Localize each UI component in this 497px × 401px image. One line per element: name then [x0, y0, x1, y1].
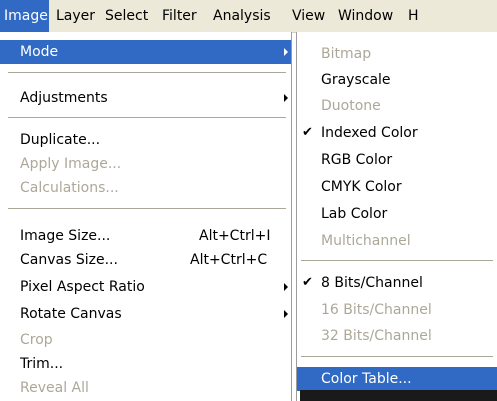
submenu-item-label: Indexed Color [321, 125, 418, 141]
menu-item-apply-image[interactable]: Apply Image... [0, 152, 291, 176]
submenu-item-lab-color[interactable]: Lab Color [297, 202, 497, 226]
submenu-item-rgb-color[interactable]: RGB Color [297, 148, 497, 172]
submenu-item-16-bits[interactable]: 16 Bits/Channel [297, 298, 497, 322]
document-canvas-edge [300, 390, 497, 401]
menu-image[interactable]: Image [0, 0, 49, 32]
menu-separator [301, 260, 493, 262]
submenu-arrow-icon [284, 48, 288, 56]
menu-item-canvas-size[interactable]: Canvas Size... Alt+Ctrl+C [0, 248, 291, 272]
menu-item-label: Canvas Size... [20, 252, 118, 268]
checkmark-icon: ✔ [302, 275, 313, 290]
menu-window[interactable]: Window [338, 0, 393, 32]
submenu-arrow-icon [284, 94, 288, 102]
checkmark-icon: ✔ [302, 125, 313, 140]
menu-item-adjustments[interactable]: Adjustments [0, 86, 291, 110]
menu-item-label: Duplicate... [20, 132, 101, 148]
menu-item-label: Reveal All [20, 380, 89, 396]
submenu-item-label: Duotone [321, 98, 381, 114]
menu-item-label: Image Size... [20, 228, 111, 244]
submenu-item-label: Bitmap [321, 46, 372, 62]
image-menu: Mode Adjustments Duplicate... Apply Imag… [0, 32, 292, 401]
menu-separator [8, 208, 286, 210]
submenu-arrow-icon [284, 283, 288, 291]
menu-view[interactable]: View [292, 0, 325, 32]
menu-item-calculations[interactable]: Calculations... [0, 176, 291, 200]
menu-item-mode[interactable]: Mode [0, 40, 291, 64]
submenu-item-label: Multichannel [321, 233, 411, 249]
submenu-item-label: CMYK Color [321, 179, 402, 195]
menu-item-rotate-canvas[interactable]: Rotate Canvas [0, 302, 291, 326]
submenu-item-duotone[interactable]: Duotone [297, 94, 497, 118]
menu-separator [8, 72, 286, 74]
submenu-item-grayscale[interactable]: Grayscale [297, 68, 497, 92]
submenu-item-label: Grayscale [321, 72, 391, 88]
menu-item-label: Mode [20, 44, 59, 60]
menu-select[interactable]: Select [105, 0, 148, 32]
menu-separator [8, 117, 286, 119]
menu-item-label: Calculations... [20, 180, 119, 196]
menu-item-label: Apply Image... [20, 156, 122, 172]
submenu-item-label: Color Table... [321, 371, 412, 387]
menu-item-pixel-aspect-ratio[interactable]: Pixel Aspect Ratio [0, 275, 291, 299]
menu-item-label: Rotate Canvas [20, 306, 122, 322]
submenu-item-32-bits[interactable]: 32 Bits/Channel [297, 324, 497, 348]
menu-help-truncated[interactable]: H [408, 0, 419, 32]
submenu-item-label: 16 Bits/Channel [321, 302, 432, 318]
submenu-item-cmyk-color[interactable]: CMYK Color [297, 175, 497, 199]
submenu-item-color-table[interactable]: Color Table... [297, 367, 497, 391]
menu-item-label: Adjustments [20, 90, 108, 106]
submenu-item-label: Lab Color [321, 206, 388, 222]
menu-item-shortcut: Alt+Ctrl+I [199, 228, 271, 244]
menu-item-reveal-all[interactable]: Reveal All [0, 376, 291, 400]
submenu-item-bitmap[interactable]: Bitmap [297, 42, 497, 66]
submenu-item-multichannel[interactable]: Multichannel [297, 229, 497, 253]
menu-item-image-size[interactable]: Image Size... Alt+Ctrl+I [0, 224, 291, 248]
menu-item-duplicate[interactable]: Duplicate... [0, 128, 291, 152]
menu-item-shortcut: Alt+Ctrl+C [190, 252, 268, 268]
menu-separator [301, 356, 493, 358]
menu-bar: Image Layer Select Filter Analysis View … [0, 0, 497, 33]
submenu-item-indexed-color[interactable]: ✔ Indexed Color [297, 121, 497, 145]
menu-item-crop[interactable]: Crop [0, 328, 291, 352]
menu-filter[interactable]: Filter [162, 0, 197, 32]
menu-item-trim[interactable]: Trim... [0, 352, 291, 376]
mode-submenu: Bitmap Grayscale Duotone ✔ Indexed Color… [296, 32, 497, 401]
submenu-arrow-icon [284, 310, 288, 318]
menu-layer[interactable]: Layer [56, 0, 95, 32]
menu-item-label: Crop [20, 332, 53, 348]
submenu-item-label: 8 Bits/Channel [321, 275, 423, 291]
photoshop-window: Image Layer Select Filter Analysis View … [0, 0, 497, 401]
submenu-item-label: RGB Color [321, 152, 393, 168]
menu-item-label: Trim... [20, 356, 64, 372]
submenu-item-8-bits[interactable]: ✔ 8 Bits/Channel [297, 271, 497, 295]
submenu-item-label: 32 Bits/Channel [321, 328, 432, 344]
menu-analysis[interactable]: Analysis [213, 0, 271, 32]
menu-item-label: Pixel Aspect Ratio [20, 279, 145, 295]
